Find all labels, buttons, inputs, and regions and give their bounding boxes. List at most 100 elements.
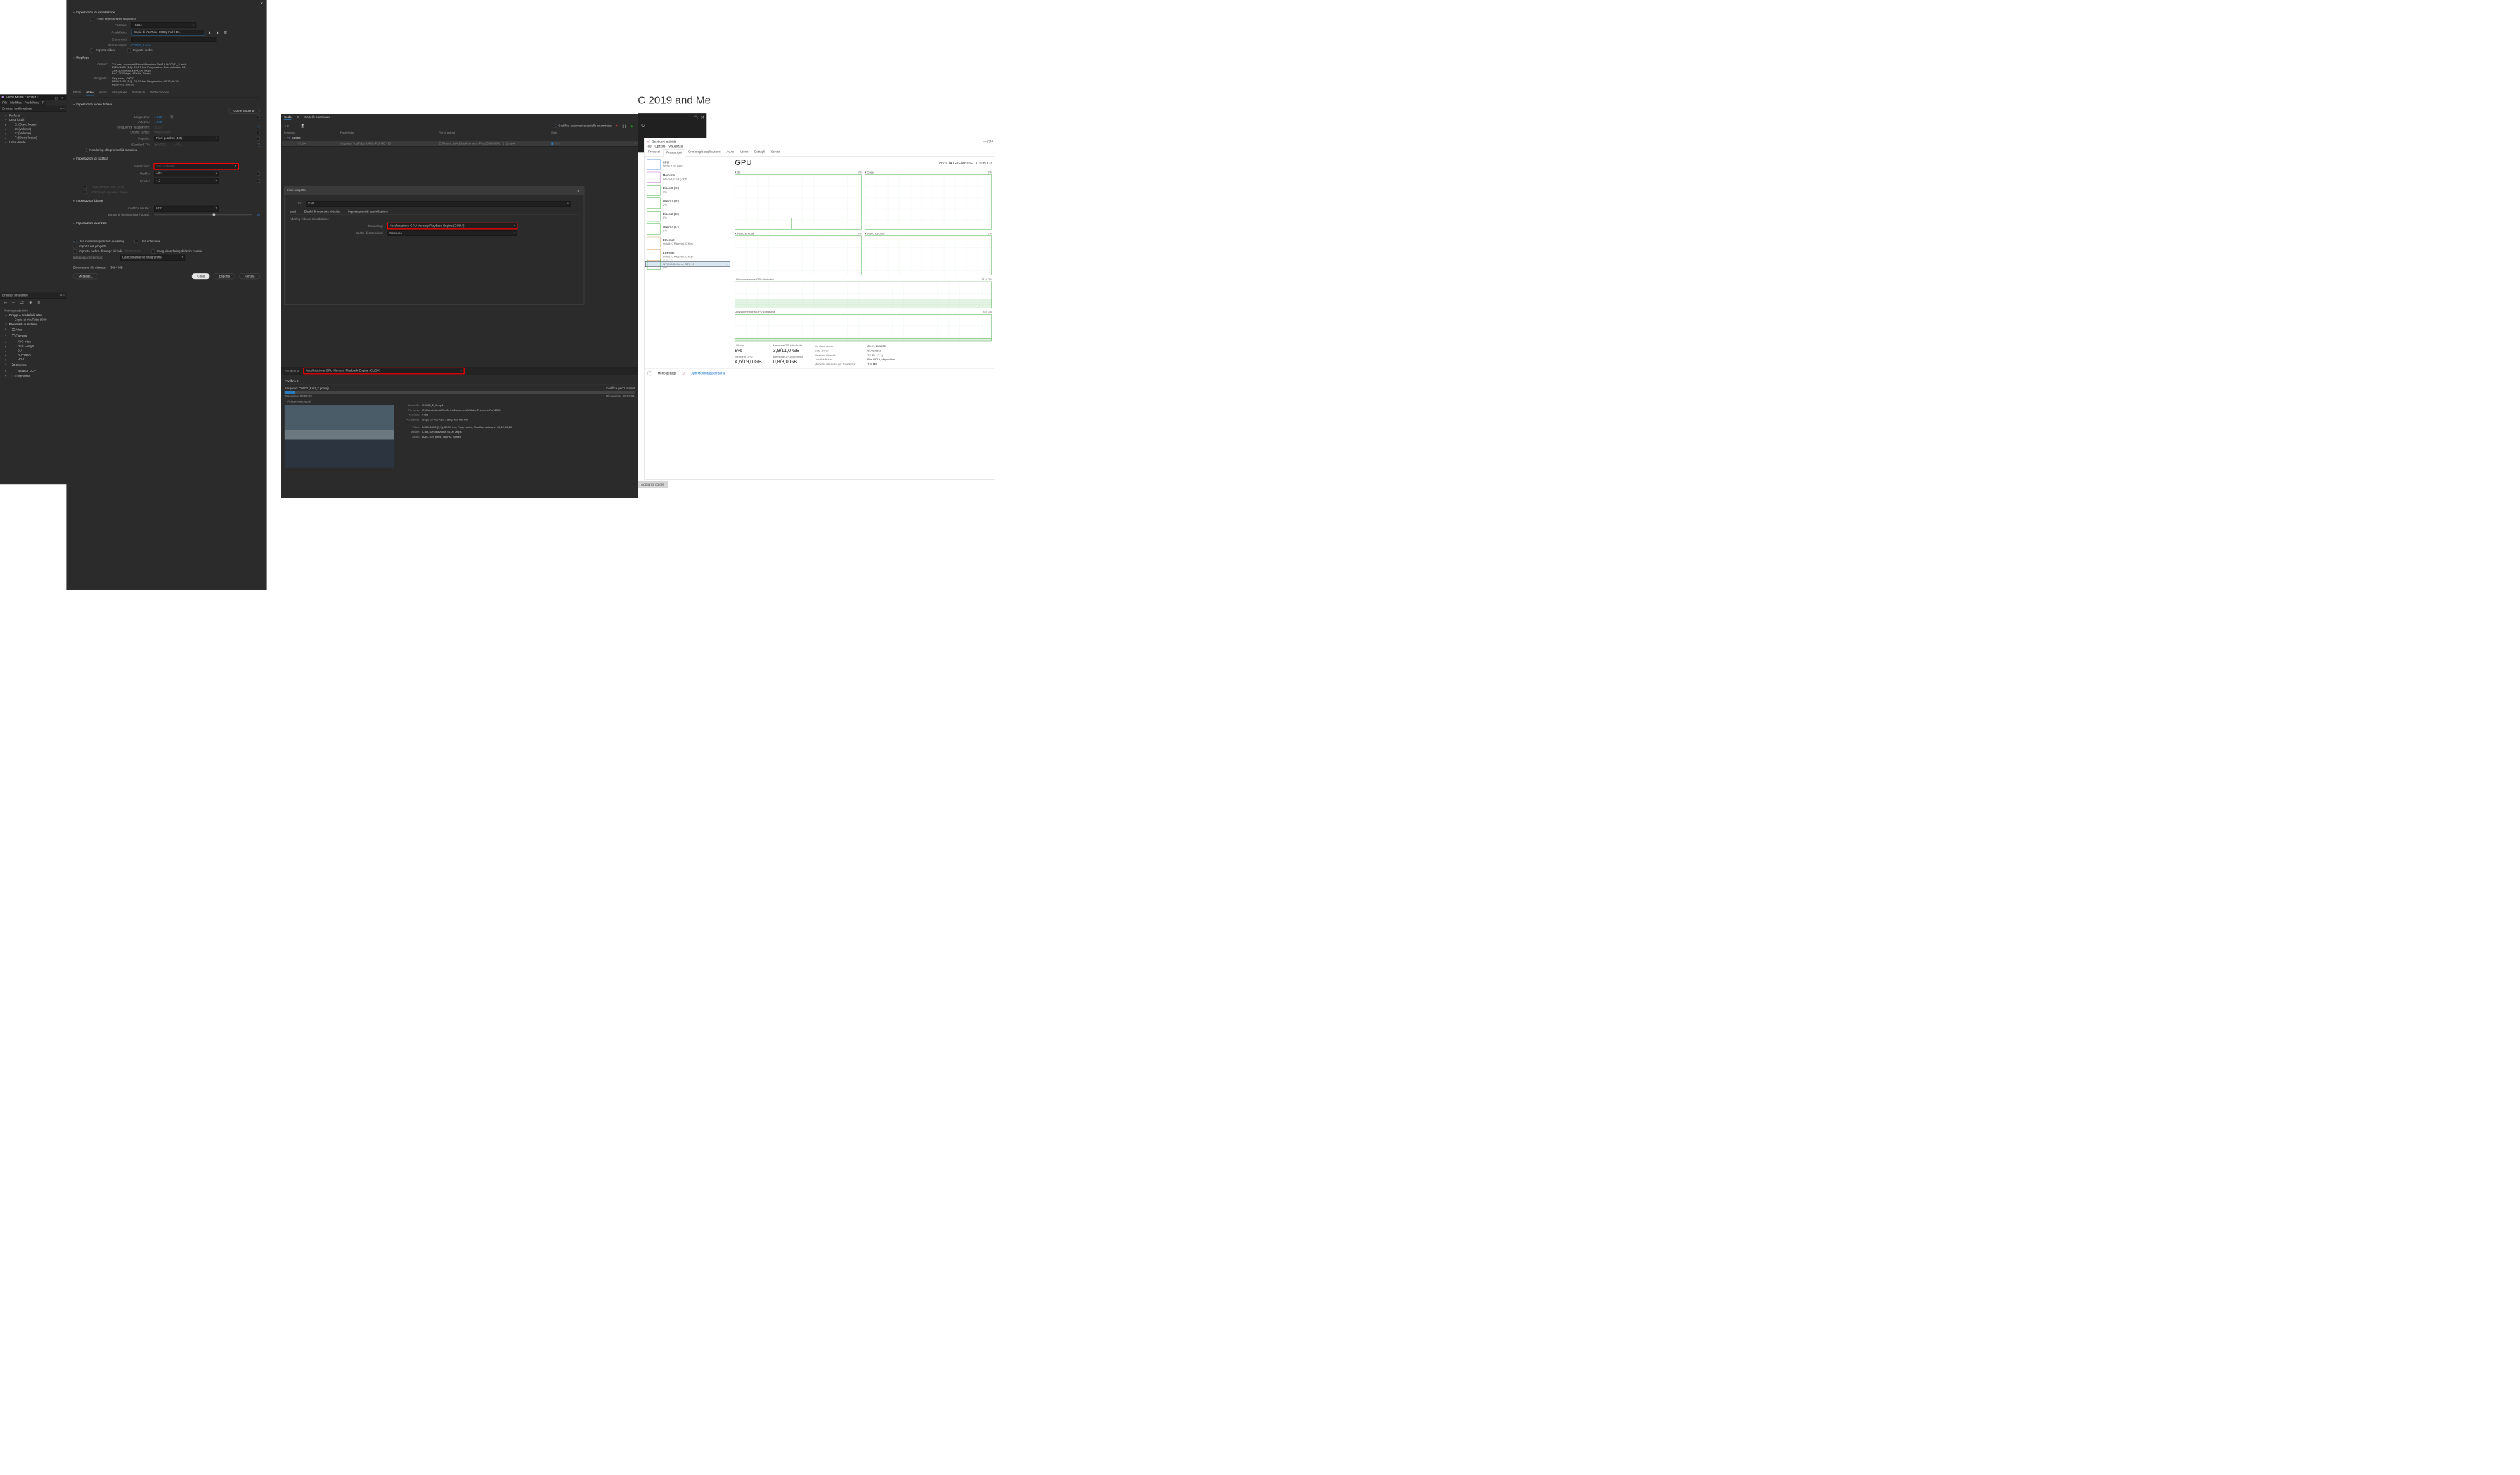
aspect-lock-check[interactable]	[257, 137, 260, 141]
min-icon[interactable]: —	[46, 96, 52, 100]
profile-select[interactable]: Alto	[154, 171, 219, 176]
chart-encode-label[interactable]: ▾ Video Encode	[735, 232, 754, 235]
less-details[interactable]: Meno dettagli	[658, 372, 676, 375]
dlg-tab-scratch[interactable]: Dischi di memoria virtuale	[304, 210, 340, 214]
sidebar-item-ethernet-6[interactable]: EthernetInviati: 0 Ricevuti: 0 Kbp	[645, 235, 730, 248]
chart-decode-label[interactable]: ▾ Video Decode	[865, 232, 884, 235]
pal-radio[interactable]: ○ PAL	[174, 143, 182, 147]
chart-copy-label[interactable]: ▾ Copy	[865, 171, 873, 174]
tab-audio[interactable]: Audio	[99, 91, 107, 96]
menu-edit[interactable]: Modifica	[10, 101, 21, 105]
tm-tab-performance[interactable]: Prestazioni	[664, 149, 685, 156]
close-icon[interactable]: ✕	[60, 96, 65, 100]
proj-name-select[interactable]: Kart	[306, 201, 571, 207]
watched-folders-tab[interactable]: Cartelle esaminate	[304, 115, 330, 119]
maxquality-check[interactable]	[73, 240, 77, 243]
sidebar-item-memoria-1[interactable]: Memoria12,0/15,9 GB (75%)	[645, 171, 730, 183]
dialog-close-icon[interactable]: ✕	[576, 188, 581, 193]
queue-row-item[interactable]: H.264 Copia di YouTube 1080p Full HD HQ …	[281, 141, 638, 146]
add-preset-icon[interactable]: +▾	[2, 300, 8, 305]
level-lock-check[interactable]	[257, 179, 260, 183]
export-button[interactable]: Esporta	[214, 273, 235, 279]
dlg-tab-ingest[interactable]: Impostazioni di assimilazione	[348, 210, 388, 214]
encoding-header[interactable]: Impostazioni di codifica	[73, 156, 260, 162]
bitrate-slider[interactable]	[154, 214, 252, 216]
mini-max-icon[interactable]: ▢	[693, 115, 699, 119]
cat-cinema[interactable]: 🗀 Cinema	[2, 362, 65, 368]
auto-encode-check[interactable]	[553, 124, 556, 128]
save-preset-icon[interactable]: ⬇	[207, 30, 212, 35]
advanced-header[interactable]: Impostazioni avanzate	[73, 221, 260, 227]
menu-file[interactable]: File	[2, 101, 7, 105]
menu-f[interactable]: F	[42, 101, 44, 105]
open-resmon-link[interactable]: Apri Monitoraggio risorse	[692, 372, 726, 375]
sidebar-item-disco0c-2[interactable]: Disco 0 (C:)2%	[645, 184, 730, 197]
sidebar-item-disco1d-3[interactable]: Disco 1 (D:)2%	[645, 197, 730, 209]
encoding-tab[interactable]: Codifica	[285, 379, 296, 383]
mini-close-icon[interactable]: ✕	[699, 115, 705, 119]
aspect-select[interactable]: Pixel quadrati (1,0)	[154, 136, 219, 141]
seq-settings-check[interactable]	[90, 18, 93, 21]
queue-button[interactable]: Coda	[192, 273, 210, 279]
export-video-check[interactable]	[90, 49, 93, 53]
export-audio-check[interactable]	[127, 49, 131, 53]
preset-select[interactable]: Copia di YouTube 1080p Full HD...	[131, 30, 205, 35]
tm-tab-processes[interactable]: Processi	[645, 149, 663, 156]
ntsc-radio[interactable]: ◉ NTSC	[154, 143, 166, 147]
import-proj-check[interactable]	[73, 245, 77, 248]
metadata-button[interactable]: Metadati...	[73, 273, 98, 279]
preview-cache-select[interactable]: Nessuno	[388, 230, 517, 236]
start-tc-check[interactable]	[73, 250, 77, 254]
history-icon[interactable]: ↻	[638, 121, 706, 131]
tm-close-icon[interactable]: ✕	[990, 139, 993, 143]
previews-check[interactable]	[135, 240, 138, 243]
dlg-tab-general[interactable]: erali	[290, 210, 295, 214]
mini-min-icon[interactable]: —	[686, 115, 692, 119]
tm-tab-startup[interactable]: Avvio	[723, 149, 737, 156]
import-preset-icon[interactable]: ⬆	[215, 30, 221, 35]
outname-link[interactable]: C0002_3.mp4	[131, 44, 151, 47]
cat-devices[interactable]: 🗀 Dispositivi	[2, 373, 65, 379]
tm-tab-details[interactable]: Dettagli	[751, 149, 768, 156]
bitrate-value[interactable]: 40	[257, 213, 260, 216]
fieldorder-lock-check[interactable]	[257, 131, 260, 134]
fps-lock-check[interactable]	[257, 126, 260, 129]
comments-input[interactable]	[131, 37, 216, 42]
sidebar-item-gpu0-8[interactable]: GPU 0NVIDIA GeForce GTX 108%	[645, 261, 730, 267]
stop-icon[interactable]: ■	[614, 124, 619, 129]
cat-camera[interactable]: 🗀 Camera	[2, 333, 65, 339]
new-preset-icon[interactable]: 🗎	[27, 300, 33, 305]
menu-preset[interactable]: Predefinito	[25, 101, 39, 105]
folder-preset-icon[interactable]: 🗀	[19, 300, 25, 305]
tm-menu-options[interactable]: Opzioni	[654, 145, 665, 148]
duplicate-icon[interactable]: 🗐	[299, 124, 305, 129]
perf-select[interactable]: Solo software	[154, 164, 238, 169]
queue-row-group[interactable]: ▾Pr C0002	[281, 136, 638, 141]
sidebar-item-cpu-0[interactable]: CPU100% 6,03 GHz	[645, 158, 730, 171]
pause-icon[interactable]: ❚❚	[621, 124, 627, 129]
match-source-button[interactable]: Come sorgente	[228, 108, 260, 114]
tm-tab-services[interactable]: Servizi	[768, 149, 783, 156]
width-value[interactable]: 1.920	[154, 115, 162, 119]
delete-preset-icon[interactable]: —	[11, 300, 16, 305]
add-color-button[interactable]: Aggiungi colore	[638, 481, 668, 488]
preset-browser-tab[interactable]: Browser predefiniti ≡ »	[0, 292, 67, 298]
tab-video[interactable]: Video	[86, 91, 93, 96]
max-icon[interactable]: ▢	[53, 96, 59, 100]
alpha-only-check[interactable]	[151, 250, 155, 254]
tab-publish[interactable]: Pubblicazione	[150, 91, 169, 96]
add-source-icon[interactable]: + ▾	[284, 124, 290, 129]
tm-menu-view[interactable]: Visualizza	[668, 145, 683, 148]
interp-select[interactable]: Campionamento fotogrammi	[120, 255, 185, 261]
renderer-select[interactable]: Accelerazione GPU Mercury Playback Engin…	[388, 223, 517, 229]
link-icon[interactable]: ⛓	[169, 115, 174, 119]
cancel-button[interactable]: Annulla	[239, 273, 260, 279]
export-settings-header[interactable]: Impostazioni di esportazione	[73, 10, 260, 16]
bitrate-header[interactable]: Impostazioni bitrate	[73, 198, 260, 204]
tm-menu-file[interactable]: File	[647, 145, 652, 148]
summary-header[interactable]: Riepilogo	[73, 55, 260, 61]
collapse-icon[interactable]: ⌃	[647, 371, 652, 375]
tab-effects[interactable]: Effetti	[73, 91, 81, 96]
tab-multiplexer[interactable]: Multiplexer	[112, 91, 127, 96]
queue-tab[interactable]: Coda	[284, 115, 292, 119]
